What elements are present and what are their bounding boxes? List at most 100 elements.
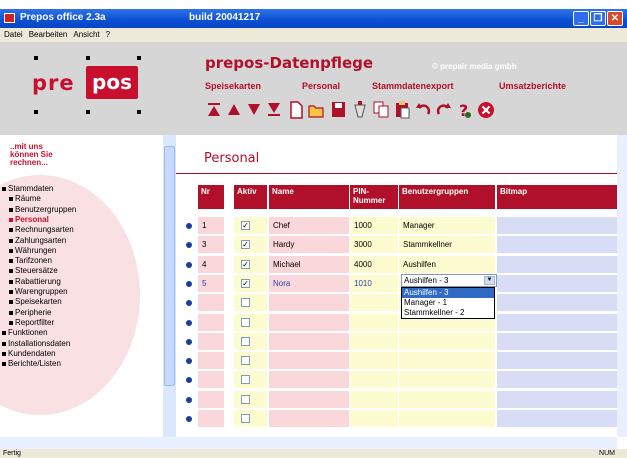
sidebar-item[interactable]: Tarifzonen	[9, 256, 52, 266]
cell-bitmap[interactable]	[497, 352, 617, 370]
cell-bitmap[interactable]	[497, 274, 617, 292]
sidebar-item[interactable]: Steuersätze	[9, 266, 58, 276]
row-selector-icon[interactable]	[186, 223, 192, 229]
sidebar-item[interactable]: Kundendaten	[2, 349, 56, 359]
cell-nr[interactable]	[198, 332, 224, 350]
sidebar-item[interactable]: Benutzergruppen	[8, 205, 76, 215]
cell-bitmap[interactable]	[497, 236, 617, 254]
cell-group[interactable]	[399, 410, 495, 427]
sidebar-item[interactable]: Peripherie	[8, 308, 51, 318]
cell-pin[interactable]	[350, 410, 398, 427]
cell-nr[interactable]	[198, 371, 224, 389]
cell-nr[interactable]	[198, 410, 224, 427]
column-header-aktiv[interactable]: Aktiv	[234, 185, 267, 209]
sidebar-item[interactable]: Zahlungsarten	[8, 236, 66, 246]
cell-aktiv[interactable]: ✓	[234, 255, 267, 273]
cell-aktiv[interactable]	[234, 313, 267, 331]
clear-icon[interactable]	[351, 99, 369, 121]
save-icon[interactable]	[329, 99, 347, 121]
cell-aktiv[interactable]: ✓	[234, 274, 267, 292]
row-selector-icon[interactable]	[186, 338, 192, 345]
previous-record-icon[interactable]	[225, 99, 243, 121]
sidebar-item[interactable]: Warengruppen	[9, 287, 68, 297]
aktiv-checkbox[interactable]	[241, 298, 250, 308]
aktiv-checkbox[interactable]	[241, 375, 250, 385]
cell-name[interactable]: Nora	[269, 274, 349, 292]
column-header-benutzergruppen[interactable]: Benutzergruppen	[399, 185, 495, 209]
minimize-icon[interactable]: _	[573, 11, 589, 26]
row-selector-icon[interactable]	[186, 261, 192, 268]
cell-name[interactable]	[269, 371, 349, 389]
aktiv-checkbox[interactable]: ✓	[241, 221, 250, 230]
menu-datei[interactable]: Datei	[4, 30, 23, 39]
cell-group[interactable]	[399, 352, 495, 370]
cell-name[interactable]	[269, 410, 349, 427]
cell-aktiv[interactable]: ✓	[234, 217, 267, 234]
row-selector-icon[interactable]	[186, 396, 192, 403]
cell-aktiv[interactable]	[234, 352, 267, 370]
cell-name[interactable]	[269, 352, 349, 370]
aktiv-checkbox[interactable]	[241, 317, 250, 327]
cell-nr[interactable]: 5	[198, 274, 224, 292]
sidebar-item[interactable]: Räume	[9, 194, 41, 204]
cell-nr[interactable]	[198, 352, 224, 370]
cell-name[interactable]: Michael	[269, 255, 349, 273]
cell-bitmap[interactable]	[497, 313, 617, 331]
cell-bitmap[interactable]	[497, 255, 617, 273]
column-header-nr[interactable]: Nr	[198, 185, 224, 209]
option-aushilfen[interactable]: Aushilfen - 3	[402, 288, 494, 298]
cell-bitmap[interactable]	[497, 294, 617, 312]
option-manager[interactable]: Manager - 1	[402, 298, 494, 308]
cell-pin[interactable]: 1000	[350, 217, 398, 234]
redo-icon[interactable]	[435, 99, 453, 121]
aktiv-checkbox[interactable]	[241, 336, 250, 346]
copy-icon[interactable]	[372, 99, 390, 121]
first-record-icon[interactable]	[205, 99, 223, 121]
cell-pin[interactable]: 1010	[350, 274, 398, 292]
cell-aktiv[interactable]: ✓	[234, 236, 267, 254]
cell-aktiv[interactable]	[234, 410, 267, 427]
cell-nr[interactable]	[198, 294, 224, 312]
cell-pin[interactable]: 4000	[350, 255, 398, 273]
row-selector-icon[interactable]	[186, 300, 192, 307]
undo-icon[interactable]	[414, 99, 432, 121]
open-folder-icon[interactable]	[307, 99, 325, 121]
paste-icon[interactable]	[393, 99, 411, 121]
benutzergruppen-select[interactable]: Aushilfen - 3 ▼	[401, 274, 497, 287]
content-scrollbar[interactable]	[617, 135, 627, 437]
cell-aktiv[interactable]	[234, 332, 267, 350]
help-icon[interactable]: ?	[456, 99, 474, 121]
cell-name[interactable]	[269, 390, 349, 408]
cell-aktiv[interactable]	[234, 371, 267, 389]
row-selector-icon[interactable]	[186, 319, 192, 326]
exit-icon[interactable]	[477, 99, 495, 121]
nav-personal[interactable]: Personal	[302, 81, 340, 91]
aktiv-checkbox[interactable]	[241, 414, 250, 423]
cell-nr[interactable]: 4	[198, 255, 224, 273]
cell-bitmap[interactable]	[497, 332, 617, 350]
aktiv-checkbox[interactable]: ✓	[241, 240, 250, 250]
column-header-name[interactable]: Name	[269, 185, 349, 209]
cell-name[interactable]: Chef	[269, 217, 349, 234]
cell-name[interactable]	[269, 294, 349, 312]
cell-aktiv[interactable]	[234, 294, 267, 312]
last-record-icon[interactable]	[265, 99, 283, 121]
cell-group[interactable]: Aushilfen	[399, 255, 495, 273]
aktiv-checkbox[interactable]: ✓	[241, 278, 250, 288]
sidebar-item[interactable]: Währungen	[8, 246, 56, 256]
scrollbar-thumb[interactable]	[164, 146, 175, 386]
menu-help[interactable]: ?	[106, 30, 110, 39]
column-header-bitmap[interactable]: Bitmap	[497, 185, 617, 209]
nav-umsatzberichte[interactable]: Umsatzberichte	[499, 81, 566, 91]
cell-name[interactable]: Hardy	[269, 236, 349, 254]
cell-pin[interactable]	[350, 313, 398, 331]
cell-bitmap[interactable]	[497, 390, 617, 408]
close-icon[interactable]: ✕	[607, 11, 623, 26]
option-stammkellner[interactable]: Stammkellner - 2	[402, 308, 494, 318]
sidebar-item[interactable]: Rechnungsarten	[9, 225, 74, 235]
cell-pin[interactable]	[350, 352, 398, 370]
cell-group[interactable]: Manager	[399, 217, 495, 234]
row-selector-icon[interactable]	[186, 280, 192, 287]
sidebar-item[interactable]: Speisekarten	[9, 297, 62, 307]
new-document-icon[interactable]	[287, 99, 305, 121]
